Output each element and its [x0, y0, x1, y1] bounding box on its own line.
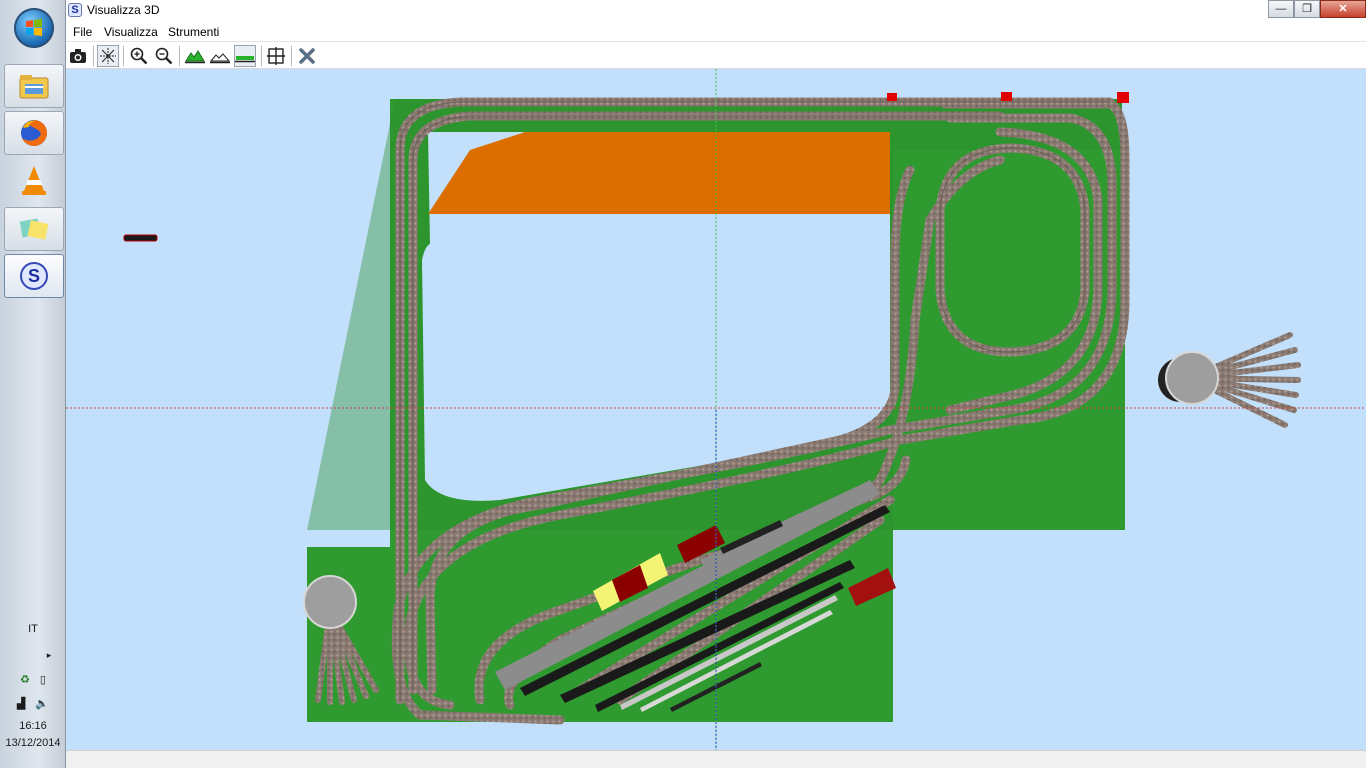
image-viewer-icon [19, 218, 49, 240]
status-bar [66, 750, 1366, 768]
battery-icon[interactable]: ▯ [40, 673, 46, 686]
zoom-in-button[interactable] [128, 45, 150, 67]
clock-time[interactable]: 16:16 [0, 720, 66, 732]
vlc-icon [22, 166, 46, 195]
app-logo-icon: S [68, 3, 82, 17]
clock-date[interactable]: 13/12/2014 [0, 737, 66, 749]
menu-strumenti[interactable]: Strumenti [168, 25, 219, 39]
show-hidden-icons-arrow-icon[interactable]: ▸ [42, 650, 56, 661]
taskbar-firefox[interactable] [4, 111, 64, 155]
start-button[interactable] [14, 8, 54, 48]
terrain-low-button[interactable] [209, 45, 231, 67]
restore-button[interactable]: ❐ [1294, 0, 1320, 18]
locomotive-model[interactable] [123, 234, 158, 242]
zoom-in-icon [130, 47, 148, 65]
menu-file[interactable]: File [73, 25, 92, 39]
terrain-flat-icon [235, 56, 255, 63]
axes-toggle-button[interactable] [97, 45, 119, 67]
s-app-icon: S [20, 262, 48, 290]
app-window: S Visualizza 3D — ❐ ✕ File Visualizza St… [66, 0, 1366, 768]
taskbar: S IT ▸ ♻ ▯ ▟ 🔈 16:16 13/12/2014 [0, 0, 66, 768]
toolbar [66, 43, 1366, 69]
terrain-flat-button[interactable] [234, 45, 256, 67]
taskbar-file-explorer[interactable] [4, 64, 64, 108]
zoom-out-icon [155, 47, 173, 65]
window-title: Visualizza 3D [87, 3, 160, 17]
menu-bar: File Visualizza Strumenti [66, 22, 1366, 42]
firefox-icon [21, 120, 47, 146]
raised-terrain [428, 132, 890, 214]
terrain-low-icon [210, 53, 230, 64]
fit-view-icon [267, 47, 285, 65]
terrain-high-icon [185, 50, 205, 64]
close-view-icon [299, 48, 315, 64]
network-signal-icon[interactable]: ▟ [17, 697, 25, 710]
axes-toggle-icon [100, 48, 116, 64]
minimize-button[interactable]: — [1268, 0, 1294, 18]
taskbar-image-viewer[interactable] [4, 207, 64, 251]
turntable-right [1158, 332, 1301, 428]
file-explorer-icon [19, 75, 49, 99]
camera-icon [70, 49, 86, 63]
zoom-out-button[interactable] [153, 45, 175, 67]
tray-icons-row-2: ▟ 🔈 [0, 697, 66, 710]
camera-button[interactable] [67, 45, 89, 67]
menu-visualizza[interactable]: Visualizza [104, 25, 158, 39]
svg-text:S: S [28, 266, 40, 286]
tray-icons-row-1: ♻ ▯ [0, 673, 66, 686]
title-bar: S Visualizza 3D — ❐ ✕ [66, 0, 1366, 22]
windows-logo-icon [26, 19, 42, 36]
layout-render[interactable] [66, 69, 1366, 750]
3d-viewport[interactable] [66, 69, 1366, 750]
taskbar-vlc[interactable] [4, 158, 64, 202]
close-button[interactable]: ✕ [1320, 0, 1366, 18]
recycle-tray-icon[interactable]: ♻ [20, 673, 30, 686]
close-view-button[interactable] [296, 45, 318, 67]
fit-view-button[interactable] [265, 45, 287, 67]
language-indicator[interactable]: IT [0, 623, 66, 635]
terrain-high-button[interactable] [184, 45, 206, 67]
volume-icon[interactable]: 🔈 [35, 697, 49, 710]
taskbar-s-app[interactable]: S [4, 254, 64, 298]
